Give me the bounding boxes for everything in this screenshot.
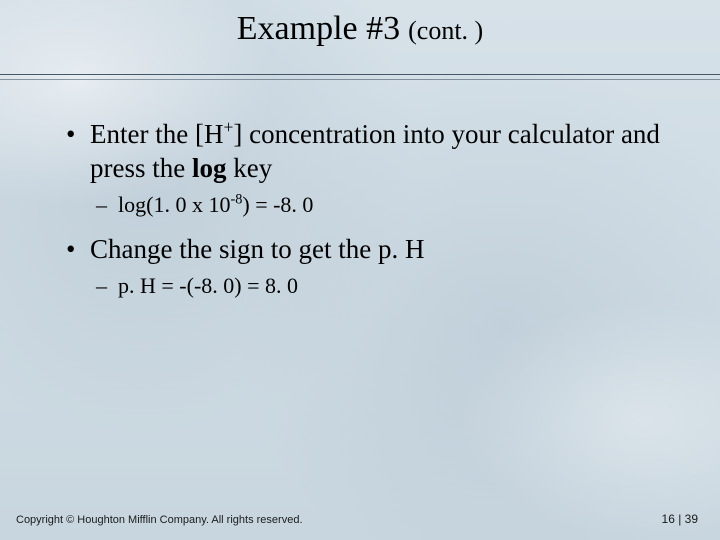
title-divider — [0, 74, 720, 84]
bullet-1-text-pre: Enter the [H — [90, 119, 223, 149]
page-number: 16 | 39 — [662, 512, 698, 526]
bullet-1-text-post: key — [227, 153, 273, 183]
bullet-1-superscript: + — [223, 117, 233, 137]
content-area: Enter the [H+] concentration into your c… — [62, 118, 680, 315]
subbullet-2: p. H = -(-8. 0) = 8. 0 — [62, 271, 680, 301]
subbullet-1-pre: log(1. 0 x 10 — [118, 192, 230, 217]
bullet-1: Enter the [H+] concentration into your c… — [62, 118, 680, 186]
title-main: Example #3 — [237, 10, 400, 47]
bullet-1-bold: log — [192, 153, 227, 183]
bullet-2-text: Change the sign to get the p. H — [90, 234, 424, 264]
subbullet-1-superscript: -8 — [230, 191, 242, 207]
subbullet-1: log(1. 0 x 10-8) = -8. 0 — [62, 190, 680, 220]
subbullet-1-post: ) = -8. 0 — [242, 192, 313, 217]
slide-title: Example #3 (cont. ) — [0, 10, 720, 48]
subbullet-2-text: p. H = -(-8. 0) = 8. 0 — [118, 273, 298, 298]
bullet-2: Change the sign to get the p. H — [62, 233, 680, 267]
slide: Example #3 (cont. ) Enter the [H+] conce… — [0, 0, 720, 540]
title-sub: (cont. ) — [408, 16, 483, 45]
footer-copyright: Copyright © Houghton Mifflin Company. Al… — [16, 514, 303, 526]
